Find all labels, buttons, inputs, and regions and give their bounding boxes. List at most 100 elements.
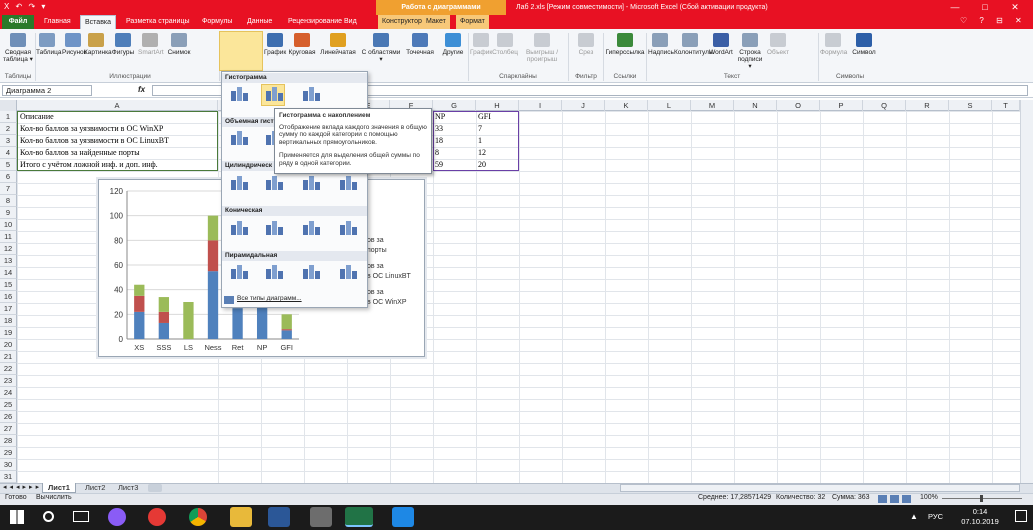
chart-subtype-icon[interactable]	[298, 84, 322, 106]
column-header-l[interactable]: L	[648, 100, 691, 111]
row-header-4[interactable]: 4	[0, 147, 17, 159]
word-icon[interactable]	[268, 507, 290, 527]
ribbon-button-0[interactable]: Сводная таблица ▾	[2, 31, 34, 63]
row-header-28[interactable]: 28	[0, 435, 17, 447]
ribbon-button-9[interactable]: Круговая	[288, 31, 316, 56]
row-header-20[interactable]: 20	[0, 339, 17, 351]
sheet-tab-2[interactable]: Лист2	[80, 483, 110, 493]
ribbon-button-3[interactable]: Картинка	[84, 31, 112, 56]
ribbon-button-16[interactable]: Выигрыш / проигрыш	[520, 31, 564, 63]
ribbon-button-5[interactable]: SmartArt	[138, 31, 164, 56]
chart-subtype-icon[interactable]	[226, 128, 250, 150]
ribbon-button-23[interactable]: Объект	[764, 31, 792, 56]
row-header-21[interactable]: 21	[0, 351, 17, 363]
sheet-tab-1[interactable]: Лист1	[42, 483, 76, 493]
column-header-p[interactable]: P	[820, 100, 863, 111]
close-button[interactable]: ✕	[1000, 0, 1030, 15]
quick-access-toolbar[interactable]: X ↶ ↷ ▾	[4, 2, 47, 11]
tab-design[interactable]: Конструктор	[378, 15, 426, 29]
tab-view[interactable]: Вид	[340, 15, 361, 29]
row-header-15[interactable]: 15	[0, 279, 17, 291]
column-header-h[interactable]: H	[476, 100, 519, 111]
row-header-11[interactable]: 11	[0, 231, 17, 243]
row-header-18[interactable]: 18	[0, 315, 17, 327]
column-header-g[interactable]: G	[433, 100, 476, 111]
fx-icon[interactable]: fx	[138, 85, 145, 94]
search-icon[interactable]	[43, 511, 54, 522]
chrome-icon[interactable]	[189, 508, 207, 526]
row-header-7[interactable]: 7	[0, 183, 17, 195]
row-header-31[interactable]: 31	[0, 471, 17, 483]
help-icons[interactable]: ♡ ? ⊟ ✕	[960, 16, 1027, 25]
zoom-level[interactable]: 100%	[920, 494, 938, 501]
photos-icon[interactable]	[392, 507, 414, 527]
chart-subtype-icon[interactable]	[298, 173, 322, 195]
tab-page-layout[interactable]: Разметка страницы	[122, 15, 194, 29]
horizontal-scrollbar[interactable]	[620, 484, 1020, 492]
sheet-nav-arrows[interactable]: ◂◂◂▸▸▸	[3, 483, 42, 493]
zoom-slider-handle[interactable]	[980, 495, 983, 502]
ribbon-button-12[interactable]: Точечная	[402, 31, 438, 56]
chart-subtype-icon[interactable]	[226, 262, 250, 284]
chart-subtype-icon[interactable]	[226, 218, 250, 240]
row-header-3[interactable]: 3	[0, 135, 17, 147]
tab-home[interactable]: Главная	[40, 15, 75, 29]
row-header-23[interactable]: 23	[0, 375, 17, 387]
row-header-17[interactable]: 17	[0, 303, 17, 315]
column-header-r[interactable]: R	[906, 100, 949, 111]
chart-subtype-icon[interactable]	[261, 262, 285, 284]
row-header-10[interactable]: 10	[0, 219, 17, 231]
chart-subtype-icon[interactable]	[261, 84, 285, 106]
tab-layout[interactable]: Макет	[422, 15, 450, 29]
column-header-i[interactable]: I	[519, 100, 562, 111]
chart-subtype-icon[interactable]	[335, 173, 359, 195]
ribbon-button-20[interactable]: Колонтитулы	[674, 31, 714, 56]
row-header-25[interactable]: 25	[0, 399, 17, 411]
language-indicator[interactable]: РУС	[928, 512, 943, 521]
chart-subtype-icon[interactable]	[226, 173, 250, 195]
clock-time[interactable]: 0:14	[960, 507, 1000, 516]
chart-subtype-icon[interactable]	[298, 218, 322, 240]
histogram-button-active[interactable]	[219, 31, 263, 71]
row-header-14[interactable]: 14	[0, 267, 17, 279]
chart-subtype-icon[interactable]	[261, 173, 285, 195]
ribbon-button-13[interactable]: Другие	[440, 31, 466, 56]
column-header-k[interactable]: K	[605, 100, 648, 111]
tab-review[interactable]: Рецензирование	[284, 15, 346, 29]
excel-icon[interactable]	[345, 507, 373, 527]
ribbon-button-11[interactable]: С областями ▾	[360, 31, 402, 63]
chart-subtype-icon[interactable]	[335, 262, 359, 284]
ribbon-button-8[interactable]: График	[264, 31, 286, 56]
all-chart-types-link[interactable]: Все типы диаграмм...	[237, 295, 302, 302]
task-view-icon[interactable]	[73, 511, 89, 522]
row-header-16[interactable]: 16	[0, 291, 17, 303]
status-calculate[interactable]: Вычислить	[36, 494, 72, 501]
ribbon-button-24[interactable]: Формула	[820, 31, 847, 56]
ribbon-button-2[interactable]: Рисунок	[62, 31, 87, 56]
column-header-j[interactable]: J	[562, 100, 605, 111]
ribbon-button-4[interactable]: Фигуры	[110, 31, 136, 56]
row-header-22[interactable]: 22	[0, 363, 17, 375]
column-header-t[interactable]: T	[992, 100, 1020, 111]
ribbon-button-1[interactable]: Таблица	[36, 31, 62, 56]
ribbon-button-14[interactable]: График	[470, 31, 492, 56]
row-header-5[interactable]: 5	[0, 159, 17, 171]
row-header-6[interactable]: 6	[0, 171, 17, 183]
ribbon-button-19[interactable]: Надпись	[648, 31, 674, 56]
vertical-scrollbar[interactable]	[1020, 100, 1033, 483]
ribbon-button-21[interactable]: WordArt	[708, 31, 734, 56]
ribbon-button-22[interactable]: Строка подписи ▾	[736, 31, 764, 70]
ribbon-button-25[interactable]: Символ	[848, 31, 880, 56]
row-header-8[interactable]: 8	[0, 195, 17, 207]
chart-subtype-icon[interactable]	[298, 262, 322, 284]
ribbon-button-6[interactable]: Снимок	[164, 31, 194, 56]
sheet-tab-3[interactable]: Лист3	[113, 483, 143, 493]
tab-format[interactable]: Формат	[456, 15, 489, 29]
row-header-12[interactable]: 12	[0, 243, 17, 255]
column-header-s[interactable]: S	[949, 100, 992, 111]
minimize-button[interactable]: —	[940, 0, 970, 15]
column-header-m[interactable]: M	[691, 100, 734, 111]
tab-file[interactable]: Файл	[2, 15, 34, 29]
row-header-29[interactable]: 29	[0, 447, 17, 459]
column-header-q[interactable]: Q	[863, 100, 906, 111]
